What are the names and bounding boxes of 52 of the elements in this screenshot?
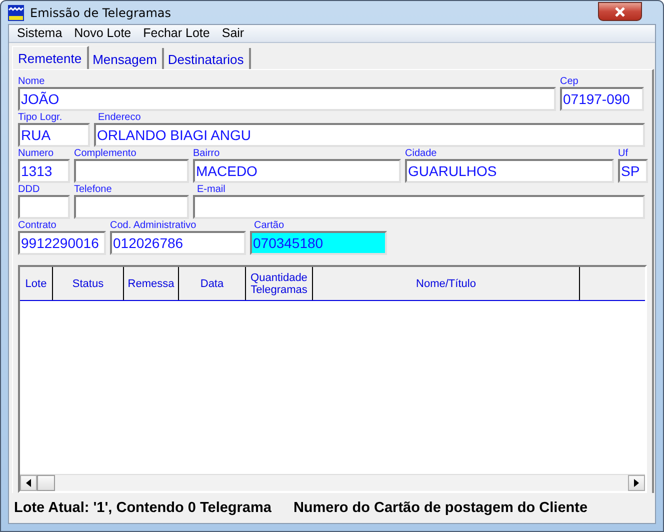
input-field[interactable] xyxy=(74,195,189,219)
close-icon xyxy=(614,6,626,16)
right-arrow-icon xyxy=(634,479,639,487)
left-arrow-icon xyxy=(26,479,31,487)
field-label: Complemento xyxy=(74,148,138,159)
field-label: Contrato xyxy=(18,220,58,231)
field-label: Telefone xyxy=(74,184,113,195)
field-label: Tipo Logr. xyxy=(18,112,64,123)
close-button[interactable] xyxy=(598,2,642,21)
menu-item[interactable]: Novo Lote xyxy=(68,25,138,42)
column-header[interactable]: Data xyxy=(179,267,246,300)
field-label: Cep xyxy=(560,76,580,87)
menu-item[interactable]: Sair xyxy=(216,25,250,42)
status-text: Numero do Cartão de postagem do Cliente xyxy=(293,500,588,516)
field-label: Numero xyxy=(18,148,55,159)
input-field[interactable] xyxy=(18,195,70,219)
field-label: Endereco xyxy=(97,112,142,123)
menu-item[interactable]: Fechar Lote xyxy=(137,25,216,42)
input-field[interactable]: 012026786 xyxy=(110,231,246,255)
status-text: Lote Atual: '1', Contendo 0 Telegrama xyxy=(14,500,272,516)
input-field[interactable]: 9912290016 xyxy=(18,231,106,255)
input-field[interactable]: 07197-090 xyxy=(560,87,644,111)
field-label: Bairro xyxy=(193,148,221,159)
input-field[interactable]: GUARULHOS xyxy=(405,159,614,183)
column-header[interactable]: Quantidade Telegramas xyxy=(246,267,313,300)
scroll-right-button[interactable] xyxy=(628,475,645,491)
field-label: Cartão xyxy=(253,220,286,231)
tab[interactable]: Remetente xyxy=(12,46,89,69)
scroll-left-button[interactable] xyxy=(20,475,37,491)
input-field[interactable]: ORLANDO BIAGI ANGU xyxy=(94,123,645,147)
scroll-thumb[interactable] xyxy=(37,475,55,491)
column-header[interactable]: Status xyxy=(53,267,124,300)
field-label: Uf xyxy=(618,148,629,159)
input-field[interactable]: 070345180 xyxy=(250,231,387,255)
input-field[interactable]: MACEDO xyxy=(193,159,401,183)
window-title: Emissão de Telegramas xyxy=(30,6,172,20)
app-logo-icon xyxy=(8,4,24,20)
column-header[interactable]: Lote xyxy=(20,267,53,300)
field-label: E-mail xyxy=(196,184,226,195)
field-label: Nome xyxy=(18,76,46,87)
input-field[interactable]: JOÃO xyxy=(18,87,556,111)
input-field[interactable] xyxy=(193,195,645,219)
column-header[interactable]: Nome/Título xyxy=(313,267,580,300)
column-header[interactable]: Remessa xyxy=(124,267,179,300)
input-field[interactable]: SP xyxy=(618,159,648,183)
field-label: Cidade xyxy=(405,148,438,159)
field-label: Cod. Administrativo xyxy=(110,220,198,231)
input-field[interactable] xyxy=(74,159,189,183)
menu-item[interactable]: Sistema xyxy=(11,25,68,42)
input-field[interactable]: 1313 xyxy=(18,159,70,183)
input-field[interactable]: RUA xyxy=(18,123,90,147)
field-label: DDD xyxy=(18,184,41,195)
